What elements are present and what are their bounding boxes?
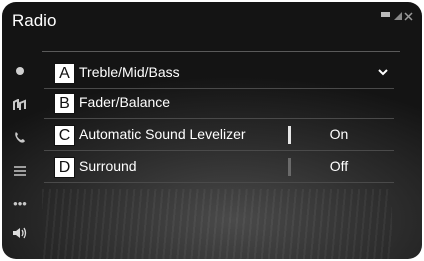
menu-item-label: Treble/Mid/Bass	[79, 64, 180, 80]
background-wave	[42, 189, 392, 259]
radio-icon[interactable]	[8, 60, 32, 82]
phone-icon[interactable]	[8, 126, 32, 148]
list-icon[interactable]	[8, 160, 32, 182]
value-divider	[288, 126, 291, 144]
value-divider	[288, 158, 291, 176]
menu-item-treble-mid-bass[interactable]: A Treble/Mid/Bass	[44, 58, 394, 89]
chevron-down-icon	[378, 69, 388, 76]
signal-icon	[381, 12, 390, 17]
media-icon[interactable]	[8, 94, 32, 116]
screenshot-frame: Radio ••• A Treble/Mid/Bass B Fader/Bala…	[0, 0, 424, 261]
menu-item-automatic-sound-levelizer[interactable]: C Automatic Sound Levelizer On	[44, 120, 394, 151]
marker-c: C	[54, 125, 75, 146]
volume-icon[interactable]	[8, 222, 32, 244]
menu-item-surround[interactable]: D Surround Off	[44, 152, 394, 183]
menu-item-label: Automatic Sound Levelizer	[79, 126, 246, 142]
marker-a: A	[54, 63, 75, 84]
reception-icon	[394, 12, 402, 20]
mute-icon	[404, 12, 413, 21]
setting-value-on[interactable]: On	[304, 126, 374, 142]
menu-item-label: Surround	[79, 158, 137, 174]
menu-item-label: Fader/Balance	[79, 94, 171, 110]
header-divider	[42, 51, 400, 52]
marker-b: B	[54, 93, 75, 114]
more-icon[interactable]: •••	[8, 192, 32, 214]
status-icons	[381, 12, 413, 21]
page-title: Radio	[12, 11, 57, 30]
menu-item-fader-balance[interactable]: B Fader/Balance	[44, 88, 394, 119]
marker-d: D	[54, 157, 75, 178]
sidebar: •••	[2, 54, 42, 259]
setting-value-off[interactable]: Off	[304, 158, 374, 174]
infotainment-screen: Radio ••• A Treble/Mid/Bass B Fader/Bala…	[2, 2, 422, 259]
